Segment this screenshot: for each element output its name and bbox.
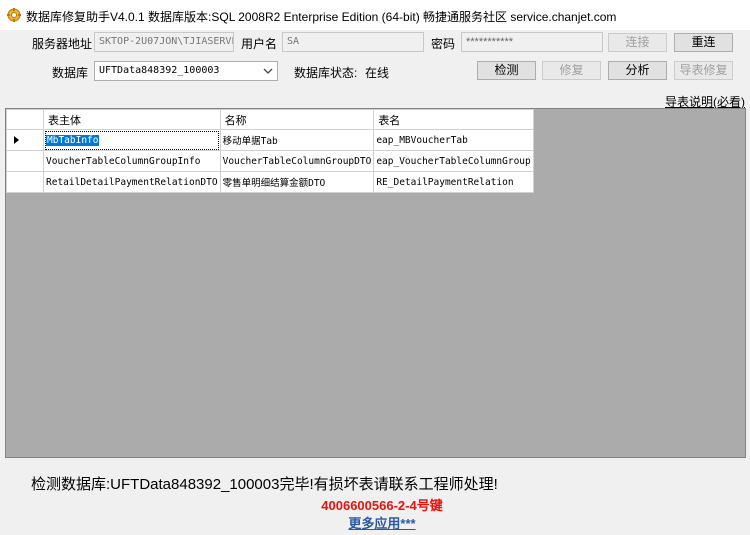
connect-button[interactable]: 连接	[608, 33, 667, 52]
repair-button[interactable]: 修复	[542, 61, 601, 80]
grid-cell-name[interactable]: VoucherTableColumnGroupDTO	[219, 150, 375, 172]
window-title: 数据库修复助手V4.0.1 数据库版本:SQL 2008R2 Enterpris…	[26, 10, 617, 24]
reconnect-button[interactable]: 重连	[674, 33, 733, 52]
server-field[interactable]: SKTOP-2U07JON\TJIASERVER	[94, 32, 234, 52]
grid-cell-entity[interactable]: MbTabInfo	[43, 129, 221, 151]
title-bar: 数据库修复助手V4.0.1 数据库版本:SQL 2008R2 Enterpris…	[0, 0, 750, 30]
password-label: 密码	[431, 37, 456, 51]
row-header[interactable]	[6, 171, 44, 193]
table-grid-panel[interactable]: 表主体 名称 表名 MbTabInfo 移动单据Tab eap_MBVouche…	[5, 108, 746, 458]
password-field[interactable]: ***********	[461, 32, 603, 52]
grid-cell-entity[interactable]: RetailDetailPaymentRelationDTO	[43, 171, 221, 193]
database-label: 数据库	[52, 66, 89, 80]
more-apps-link[interactable]: 更多应用***	[0, 513, 750, 532]
column-header-entity[interactable]: 表主体	[43, 109, 221, 130]
server-label: 服务器地址	[32, 37, 93, 51]
app-icon	[7, 8, 21, 22]
database-select-value: UFTData848392_100003	[99, 65, 220, 76]
row-header-corner	[6, 109, 44, 130]
chevron-down-icon	[263, 68, 273, 74]
grid-header-row: 表主体 名称 表名	[6, 109, 534, 130]
export-repair-button[interactable]: 导表修复	[674, 61, 733, 80]
check-result-message: 检测数据库:UFTData848392_100003完毕!有损坏表请联系工程师处…	[31, 476, 498, 493]
user-field[interactable]: SA	[282, 32, 424, 52]
table-row[interactable]: MbTabInfo 移动单据Tab eap_MBVoucherTab	[6, 129, 534, 151]
db-status-value: 在线	[365, 66, 390, 80]
grid-cell-table[interactable]: eap_VoucherTableColumnGroup	[373, 150, 534, 172]
grid-cell-entity-text: MbTabInfo	[46, 134, 100, 146]
grid-cell-table[interactable]: RE_DetailPaymentRelation	[373, 171, 534, 193]
database-select[interactable]: UFTData848392_100003	[94, 61, 278, 81]
grid-cell-table[interactable]: eap_MBVoucherTab	[373, 129, 534, 151]
data-grid[interactable]: 表主体 名称 表名 MbTabInfo 移动单据Tab eap_MBVouche…	[6, 109, 534, 193]
table-row[interactable]: VoucherTableColumnGroupInfo VoucherTable…	[6, 150, 534, 172]
analyze-button[interactable]: 分析	[608, 61, 667, 80]
row-header[interactable]	[6, 129, 44, 151]
grid-cell-name[interactable]: 零售单明细结算金额DTO	[219, 171, 375, 193]
user-label: 用户名	[241, 37, 278, 51]
table-row[interactable]: RetailDetailPaymentRelationDTO 零售单明细结算金额…	[6, 171, 534, 193]
db-status-label: 数据库状态:	[294, 66, 358, 80]
support-hotline: 4006600566-2-4号键	[321, 498, 443, 513]
grid-cell-entity[interactable]: VoucherTableColumnGroupInfo	[43, 150, 221, 172]
grid-cell-name[interactable]: 移动单据Tab	[219, 129, 375, 151]
current-row-arrow-icon	[14, 136, 19, 144]
row-header[interactable]	[6, 150, 44, 172]
column-header-name[interactable]: 名称	[219, 109, 375, 130]
check-button[interactable]: 检测	[477, 61, 536, 80]
column-header-table[interactable]: 表名	[373, 109, 534, 130]
